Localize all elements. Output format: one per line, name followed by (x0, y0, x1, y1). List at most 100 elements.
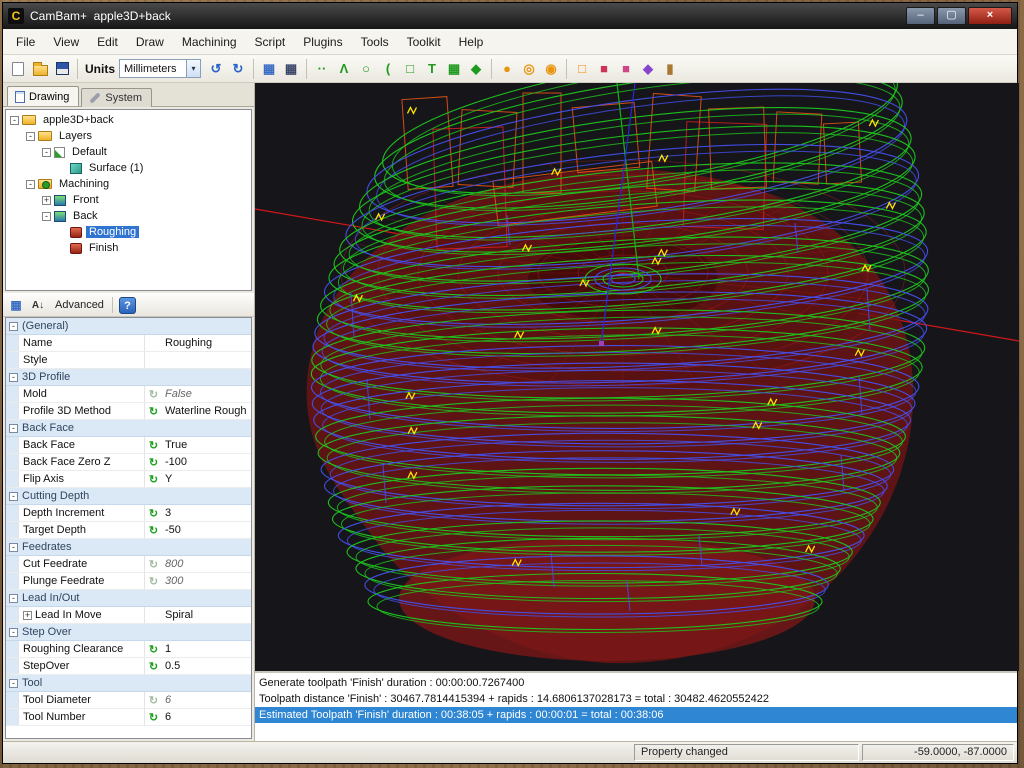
prop-value[interactable]: Waterline Rough (162, 405, 251, 417)
collapse-icon[interactable]: - (9, 679, 18, 688)
menu-item-script[interactable]: Script (246, 31, 295, 53)
tree-item-apple3d-back[interactable]: -apple3D+back (6, 112, 251, 128)
category-tool[interactable]: -Tool (6, 675, 251, 692)
minimize-button[interactable]: – (906, 7, 935, 25)
draw-surface-icon[interactable]: ▦ (443, 58, 465, 80)
draw-circle-icon[interactable]: ○ (355, 58, 377, 80)
categorized-view-button[interactable]: ▦ (7, 296, 25, 314)
menu-item-machining[interactable]: Machining (173, 31, 246, 53)
collapse-icon[interactable]: - (26, 132, 35, 141)
help-button[interactable]: ? (119, 297, 136, 314)
category-step-over[interactable]: -Step Over (6, 624, 251, 641)
prop-row-profile-3d-method[interactable]: Profile 3D Method↻Waterline Rough (6, 403, 251, 420)
prop-value[interactable]: Spiral (162, 609, 251, 621)
tree-item-surface-1[interactable]: Surface (1) (6, 160, 251, 176)
category-general[interactable]: -(General) (6, 318, 251, 335)
collapse-icon[interactable]: - (9, 373, 18, 382)
maximize-button[interactable]: ▢ (937, 7, 966, 25)
tree-item-roughing[interactable]: Roughing (6, 224, 251, 240)
drawing-tree[interactable]: -apple3D+back-Layers-DefaultSurface (1)-… (5, 109, 252, 291)
expand-icon[interactable]: + (42, 196, 51, 205)
open-folder-icon[interactable] (29, 58, 51, 80)
stock-icon[interactable]: □ (571, 58, 593, 80)
pocket-op-icon[interactable]: ◎ (518, 58, 540, 80)
prop-value[interactable]: 300 (162, 575, 251, 587)
log-panel[interactable]: Generate toolpath 'Finish' duration : 00… (255, 671, 1017, 743)
collapse-icon[interactable]: - (9, 628, 18, 637)
category-3d-profile[interactable]: -3D Profile (6, 369, 251, 386)
prop-value[interactable]: Roughing (162, 337, 251, 349)
tool-library-icon[interactable]: ▮ (659, 58, 681, 80)
category-feedrates[interactable]: -Feedrates (6, 539, 251, 556)
prop-row-back-face-zero-z[interactable]: Back Face Zero Z↻-100 (6, 454, 251, 471)
viewport-3d[interactable] (255, 83, 1019, 671)
close-button[interactable]: × (968, 7, 1012, 25)
prop-value[interactable]: 3 (162, 507, 251, 519)
prop-value[interactable]: -100 (162, 456, 251, 468)
new-file-icon[interactable] (7, 58, 29, 80)
tree-item-front[interactable]: +Front (6, 192, 251, 208)
prop-value[interactable]: 800 (162, 558, 251, 570)
prop-row-depth-increment[interactable]: Depth Increment↻3 (6, 505, 251, 522)
menu-item-toolkit[interactable]: Toolkit (398, 31, 450, 53)
prop-row-back-face[interactable]: Back Face↻True (6, 437, 251, 454)
collapse-icon[interactable]: - (9, 492, 18, 501)
profile-op-icon[interactable]: ● (496, 58, 518, 80)
grid-icon[interactable]: ▦ (258, 58, 280, 80)
prop-row-tool-number[interactable]: Tool Number↻6 (6, 709, 251, 726)
prop-row-plunge-feedrate[interactable]: Plunge Feedrate↻300 (6, 573, 251, 590)
engrave-op-icon[interactable]: ◉ (540, 58, 562, 80)
undo-icon[interactable]: ↺ (205, 58, 227, 80)
prop-row-stepover[interactable]: StepOver↻0.5 (6, 658, 251, 675)
sort-alphabetical-button[interactable]: A↓ (29, 296, 47, 314)
category-cutting-depth[interactable]: -Cutting Depth (6, 488, 251, 505)
log-line[interactable]: Estimated Toolpath 'Finish' duration : 0… (255, 707, 1017, 723)
redo-icon[interactable]: ↻ (227, 58, 249, 80)
log-line[interactable]: Generate toolpath 'Finish' duration : 00… (255, 675, 1017, 691)
collapse-icon[interactable]: - (26, 180, 35, 189)
menu-item-edit[interactable]: Edit (88, 31, 127, 53)
category-lead-in-out[interactable]: -Lead In/Out (6, 590, 251, 607)
prop-value[interactable]: 6 (162, 711, 251, 723)
collapse-icon[interactable]: - (10, 116, 19, 125)
snap-grid-icon[interactable]: ▦ (280, 58, 302, 80)
draw-rect-icon[interactable]: □ (399, 58, 421, 80)
expand-icon[interactable]: + (23, 611, 32, 620)
properties-grid[interactable]: -(General)NameRoughingStyle-3D ProfileMo… (5, 317, 252, 739)
prop-row-flip-axis[interactable]: Flip Axis↻Y (6, 471, 251, 488)
collapse-icon[interactable]: - (9, 322, 18, 331)
draw-point-icon[interactable]: ·· (311, 58, 333, 80)
menu-item-plugins[interactable]: Plugins (294, 31, 351, 53)
prop-value[interactable]: 0.5 (162, 660, 251, 672)
tree-item-layers[interactable]: -Layers (6, 128, 251, 144)
prop-value[interactable]: False (162, 388, 251, 400)
menu-item-view[interactable]: View (44, 31, 88, 53)
log-line[interactable]: Toolpath distance 'Finish' : 30467.78144… (255, 691, 1017, 707)
prop-row-target-depth[interactable]: Target Depth↻-50 (6, 522, 251, 539)
prop-value[interactable]: True (162, 439, 251, 451)
menu-item-tools[interactable]: Tools (352, 31, 398, 53)
tab-system[interactable]: System (81, 88, 152, 107)
prop-row-style[interactable]: Style (6, 352, 251, 369)
gcode-icon[interactable]: ■ (593, 58, 615, 80)
draw-arc-icon[interactable]: ( (377, 58, 399, 80)
tree-item-machining[interactable]: -Machining (6, 176, 251, 192)
draw-polyline-icon[interactable]: Λ (333, 58, 355, 80)
menu-item-help[interactable]: Help (450, 31, 493, 53)
prop-value[interactable]: 6 (162, 694, 251, 706)
prop-value[interactable]: 1 (162, 643, 251, 655)
collapse-icon[interactable]: - (9, 543, 18, 552)
units-dropdown[interactable]: Millimeters ▾ (119, 59, 201, 78)
save-icon[interactable] (51, 58, 73, 80)
draw-region-icon[interactable]: ◆ (465, 58, 487, 80)
plugin-icon[interactable]: ◆ (637, 58, 659, 80)
prop-value[interactable]: Y (162, 473, 251, 485)
tree-item-layer-default[interactable]: -Default (6, 144, 251, 160)
tree-item-back[interactable]: -Back (6, 208, 251, 224)
collapse-icon[interactable]: - (9, 424, 18, 433)
prop-row-cut-feedrate[interactable]: Cut Feedrate↻800 (6, 556, 251, 573)
draw-text-icon[interactable]: T (421, 58, 443, 80)
prop-value[interactable]: -50 (162, 524, 251, 536)
prop-row-lead-in-move[interactable]: +Lead In MoveSpiral (6, 607, 251, 624)
menu-item-file[interactable]: File (7, 31, 44, 53)
